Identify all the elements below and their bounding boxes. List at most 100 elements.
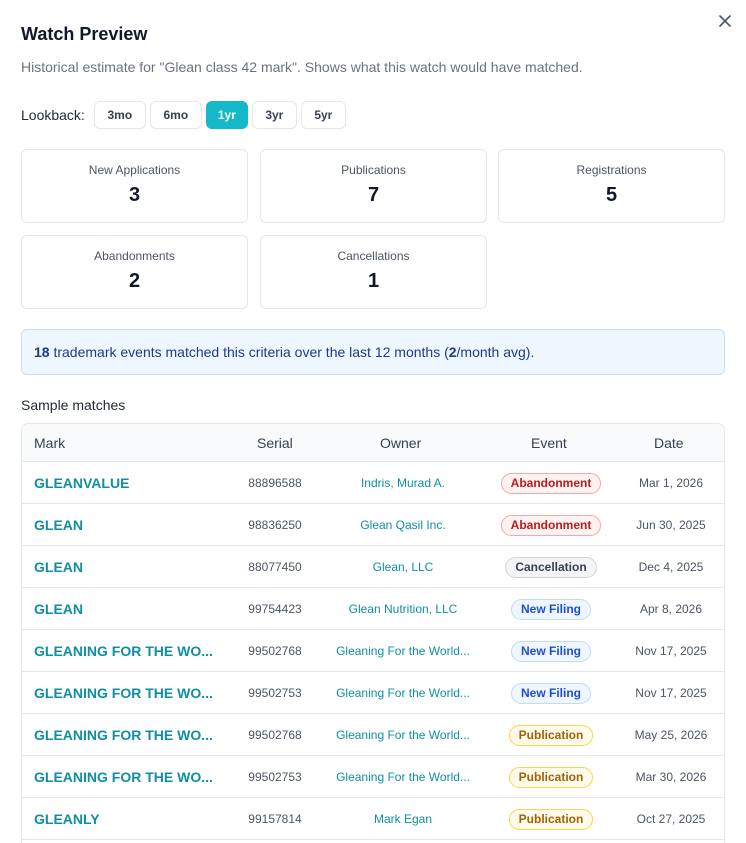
serial-number: 99157814 (248, 812, 302, 826)
stat-new-applications: New Applications 3 (21, 149, 248, 223)
mark-name[interactable]: GLEANING FOR THE WO... (34, 769, 213, 785)
column-header-date: Date (654, 435, 684, 451)
owner-link[interactable]: Mark Egan (328, 798, 478, 840)
stat-registrations: Registrations 5 (498, 149, 725, 223)
lookback-3yr-button[interactable]: 3yr (251, 101, 297, 129)
table-row[interactable]: GLEANING FOR THE WO... 99502753 Gleaning F… (22, 672, 724, 714)
close-button[interactable] (714, 10, 736, 32)
summary-banner: 18 trademark events matched this criteri… (21, 329, 725, 375)
stat-value: 5 (605, 184, 618, 206)
sample-matches-table: Mark Serial Owner Event Date GLEANVALUE 8… (21, 423, 725, 843)
event-badge: Publication (508, 808, 594, 830)
mark-link[interactable]: GLEAN (34, 588, 224, 630)
event-badge: Publication (508, 766, 594, 788)
summary-count: 18 (34, 344, 50, 360)
lookback-6mo-button[interactable]: 6mo (149, 101, 202, 129)
event-cell: Publication (486, 756, 616, 798)
close-icon (719, 15, 731, 27)
mark-name[interactable]: GLEAN (34, 517, 83, 533)
stat-cancellations: Cancellations 1 (260, 235, 487, 309)
event-cell: Abandonment (486, 462, 616, 504)
table-row[interactable]: GLEANVALUE 88896588 Indris, Murad A. Abando… (22, 462, 724, 504)
serial-number: 88077450 (248, 560, 302, 574)
owner-name[interactable]: Glean Nutrition, LLC (349, 602, 458, 616)
owner-name[interactable]: Glean Qasil Inc. (360, 518, 445, 532)
event-date: Nov 17, 2025 (635, 686, 707, 700)
mark-name[interactable]: GLEAN (34, 559, 83, 575)
mark-name[interactable]: GLEANVALUE (34, 475, 129, 491)
modal-subtitle: Historical estimate for "Glean class 42 … (21, 59, 583, 75)
owner-link[interactable]: Gleaning For the World... (328, 672, 478, 714)
table-row[interactable]: GLEANING FOR THE WO... 99502753 Gleaning F… (22, 756, 724, 798)
table-row[interactable]: GLEANING FOR THE WO... 99502768 Gleaning F… (22, 714, 724, 756)
owner-link[interactable]: Glean Qasil Inc. (328, 504, 478, 546)
table-row[interactable]: GLEANLY 99157814 Mark Egan Publication Oct 2… (22, 798, 724, 840)
owner-name[interactable]: Mark Egan (374, 812, 432, 826)
owner-name[interactable]: Indris, Murad A. (361, 476, 445, 490)
event-date: Oct 27, 2025 (636, 812, 706, 826)
event-date: Jun 30, 2025 (636, 518, 706, 532)
event-date: May 25, 2026 (634, 728, 708, 742)
lookback-1yr-button[interactable]: 1yr (205, 101, 248, 129)
event-date: Dec 4, 2025 (638, 560, 704, 574)
owner-name[interactable]: Gleaning For the World... (336, 770, 470, 784)
column-header-owner: Owner (380, 435, 422, 451)
lookback-selector: Lookback: 3mo 6mo 1yr 3yr 5yr (21, 101, 350, 129)
owner-link[interactable]: Glean Nutrition, LLC (328, 588, 478, 630)
event-badge: New Filing (511, 640, 591, 662)
event-badge: Publication (508, 724, 594, 746)
mark-link[interactable]: GLEANVALUE (34, 462, 224, 504)
column-header-serial: Serial (257, 435, 293, 451)
owner-name[interactable]: Gleaning For the World... (336, 728, 470, 742)
event-date: Mar 30, 2026 (635, 770, 707, 784)
mark-link[interactable]: GLEAN (34, 504, 224, 546)
event-cell: New Filing (486, 588, 616, 630)
owner-link[interactable]: Gleaning For the World... (328, 714, 478, 756)
mark-name[interactable]: GLEANING FOR THE WO... (34, 685, 213, 701)
owner-name[interactable]: Gleaning For the World... (336, 686, 470, 700)
summary-text: trademark events matched this criteria o… (49, 344, 449, 360)
event-badge: New Filing (511, 682, 591, 704)
event-badge: New Filing (511, 598, 591, 620)
event-date: Apr 8, 2026 (639, 602, 703, 616)
mark-name[interactable]: GLEAN (34, 601, 83, 617)
mark-name[interactable]: GLEANING FOR THE WO... (34, 727, 213, 743)
summary-avg: 2 (448, 344, 457, 360)
table-row[interactable]: GLEAN 88077450 Glean, LLC Cancellation Dec 4… (22, 546, 724, 588)
serial-number: 98836250 (248, 518, 302, 532)
mark-name[interactable]: GLEANING FOR THE WO... (34, 643, 213, 659)
serial-number: 99502753 (248, 686, 302, 700)
table-row[interactable]: GLEANING FOR THE WO... 99502768 Gleaning F… (22, 630, 724, 672)
mark-link[interactable]: GLEANING FOR THE WO... (34, 672, 224, 714)
stat-label: Registrations (576, 163, 647, 177)
event-badge: Cancellation (505, 556, 597, 578)
table-row[interactable]: GLEAN 99754423 Glean Nutrition, LLC New Fil… (22, 588, 724, 630)
mark-name[interactable]: GLEANLY (34, 811, 100, 827)
mark-link[interactable]: GLEANING FOR THE WO... (34, 714, 224, 756)
stat-publications: Publications 7 (260, 149, 487, 223)
owner-link[interactable]: Gleaning For the World... (328, 630, 478, 672)
stat-label: Cancellations (337, 249, 410, 263)
watch-preview-modal: Watch Preview Historical estimate for "G… (0, 0, 746, 843)
mark-link[interactable]: GLEANING FOR THE WO... (34, 756, 224, 798)
stat-abandonments: Abandonments 2 (21, 235, 248, 309)
event-cell: Cancellation (486, 546, 616, 588)
serial-number: 99502753 (248, 770, 302, 784)
owner-name[interactable]: Glean, LLC (373, 560, 434, 574)
lookback-3mo-button[interactable]: 3mo (93, 101, 146, 129)
event-badge: Abandonment (500, 514, 602, 536)
stat-value: 3 (128, 184, 141, 206)
mark-link[interactable]: GLEANING FOR THE WO... (34, 630, 224, 672)
lookback-5yr-button[interactable]: 5yr (300, 101, 346, 129)
event-date: Nov 17, 2025 (635, 644, 707, 658)
table-row[interactable]: GLEAN 98836250 Glean Qasil Inc. Abandonment… (22, 504, 724, 546)
owner-link[interactable]: Gleaning For the World... (328, 756, 478, 798)
lookback-label: Lookback: (21, 107, 85, 123)
mark-link[interactable]: GLEANLY (34, 798, 224, 840)
owner-link[interactable]: Glean, LLC (328, 546, 478, 588)
mark-link[interactable]: GLEAN (34, 546, 224, 588)
event-cell: New Filing (486, 672, 616, 714)
owner-name[interactable]: Gleaning For the World... (336, 644, 470, 658)
summary-text-end: /month avg). (456, 344, 535, 360)
owner-link[interactable]: Indris, Murad A. (328, 462, 478, 504)
